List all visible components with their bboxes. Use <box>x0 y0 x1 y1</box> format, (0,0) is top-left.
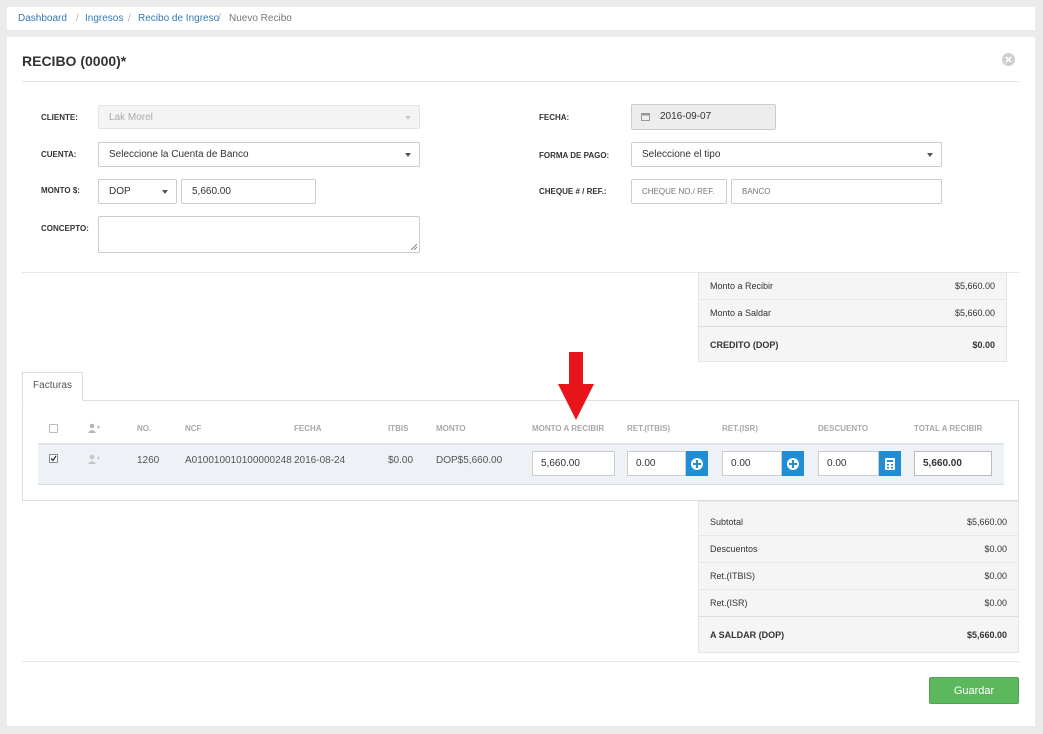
select-all-checkbox[interactable] <box>49 424 58 433</box>
save-button[interactable]: Guardar <box>929 677 1019 704</box>
credito-label: CREDITO (DOP) <box>710 340 779 350</box>
add-ret-itbis-button[interactable] <box>686 451 708 476</box>
total-recibir-input[interactable]: 5,660.00 <box>914 451 992 476</box>
a-saldar-value: $5,660.00 <box>966 630 1007 640</box>
col-ret-isr: RET.(ISR) <box>722 424 758 433</box>
divider <box>698 589 1019 590</box>
breadcrumb: Dashboard / Ingresos / Recibo de Ingreso… <box>7 7 1035 30</box>
fecha-value: 2016-09-07 <box>660 111 712 122</box>
user-plus-icon[interactable] <box>88 454 100 464</box>
page-title: RECIBO (0000)* <box>22 53 127 69</box>
concepto-label: CONCEPTO: <box>41 224 89 233</box>
ret-isr-value: $0.00 <box>984 598 1007 608</box>
plus-icon <box>787 458 799 470</box>
monto-saldar-value: $5,660.00 <box>954 308 995 318</box>
col-total-recibir: TOTAL A RECIBIR <box>914 424 983 433</box>
col-monto-recibir: MONTO A RECIBIR <box>532 424 605 433</box>
cell-no: 1260 <box>137 455 160 466</box>
a-saldar-label: A SALDAR (DOP) <box>710 630 785 640</box>
breadcrumb-separator: / <box>128 13 131 24</box>
divider <box>698 535 1019 536</box>
currency-value: DOP <box>109 186 131 197</box>
col-fecha: FECHA <box>294 424 322 433</box>
forma-pago-label: FORMA DE PAGO: <box>539 151 610 160</box>
arrow-down-icon <box>558 352 594 420</box>
ret-itbis-label: Ret.(ITBIS) <box>710 571 756 581</box>
concepto-textarea[interactable] <box>98 216 420 253</box>
check-icon <box>50 455 57 462</box>
cell-itbis: $0.00 <box>388 455 414 466</box>
descuentos-value: $0.00 <box>984 544 1007 554</box>
cheque-label: CHEQUE # / REF.: <box>539 187 607 196</box>
ret-isr-label: Ret.(ISR) <box>710 598 748 608</box>
breadcrumb-separator: / <box>218 13 221 24</box>
calculator-icon <box>885 458 895 470</box>
col-itbis: ITBIS <box>388 424 409 433</box>
col-ncf: NCF <box>185 424 202 433</box>
col-descuento: DESCUENTO <box>818 424 869 433</box>
tab-facturas[interactable]: Facturas <box>22 372 83 401</box>
cell-fecha: 2016-08-24 <box>294 455 346 466</box>
subtotal-value: $5,660.00 <box>966 517 1007 527</box>
add-ret-isr-button[interactable] <box>782 451 804 476</box>
monto-label: MONTO $: <box>41 186 80 195</box>
ret-itbis-input[interactable]: 0.00 <box>627 451 686 476</box>
forma-pago-select[interactable]: Seleccione el tipo <box>631 142 942 167</box>
cheque-input[interactable] <box>631 179 727 204</box>
resize-handle-icon[interactable] <box>410 243 417 250</box>
cell-ncf: A010010010100000248 <box>185 455 292 466</box>
divider <box>698 616 1019 617</box>
col-no: NO. <box>137 424 152 433</box>
breadcrumb-separator: / <box>76 13 79 24</box>
calendar-icon <box>641 113 650 121</box>
cell-monto: DOP$5,660.00 <box>436 455 503 466</box>
col-monto: MONTO <box>436 424 466 433</box>
breadcrumb-nuevo-recibo: Nuevo Recibo <box>229 13 292 24</box>
chevron-down-icon <box>927 153 933 157</box>
divider <box>698 562 1019 563</box>
ret-isr-input[interactable]: 0.00 <box>722 451 782 476</box>
monto-recibir-label: Monto a Recibir <box>710 281 774 291</box>
descuento-input[interactable]: 0.00 <box>818 451 879 476</box>
descuento-calculator-button[interactable] <box>879 451 901 476</box>
fecha-input[interactable]: 2016-09-07 <box>631 104 776 130</box>
breadcrumb-ingresos[interactable]: Ingresos <box>85 13 123 24</box>
breadcrumb-dashboard[interactable]: Dashboard <box>18 13 67 24</box>
cliente-value: Lak Morel <box>109 112 153 123</box>
divider <box>22 81 1019 82</box>
forma-pago-value: Seleccione el tipo <box>642 149 721 160</box>
chevron-down-icon <box>405 116 411 120</box>
cuenta-select[interactable]: Seleccione la Cuenta de Banco <box>98 142 420 167</box>
cuenta-value: Seleccione la Cuenta de Banco <box>109 149 249 160</box>
credito-value: $0.00 <box>972 340 995 350</box>
cliente-label: CLIENTE: <box>41 113 78 122</box>
monto-recibir-value: $5,660.00 <box>954 281 995 291</box>
subtotal-label: Subtotal <box>710 517 744 527</box>
monto-input[interactable]: 5,660.00 <box>181 179 316 204</box>
plus-icon <box>691 458 703 470</box>
monto-saldar-label: Monto a Saldar <box>710 308 772 318</box>
descuentos-label: Descuentos <box>710 544 758 554</box>
ret-itbis-value: $0.00 <box>984 571 1007 581</box>
divider <box>22 661 1019 662</box>
close-icon[interactable] <box>1002 53 1015 66</box>
breadcrumb-recibo-de-ingreso[interactable]: Recibo de Ingreso <box>138 13 219 24</box>
divider <box>698 299 1007 300</box>
fecha-label: FECHA: <box>539 113 570 122</box>
divider <box>698 326 1007 327</box>
monto-recibir-input[interactable]: 5,660.00 <box>532 451 615 476</box>
cliente-select[interactable]: Lak Morel <box>98 105 420 129</box>
chevron-down-icon <box>405 153 411 157</box>
currency-select[interactable]: DOP <box>98 179 177 204</box>
col-ret-itbis: RET.(ITBIS) <box>627 424 671 433</box>
chevron-down-icon <box>162 190 168 194</box>
banco-input[interactable] <box>731 179 942 204</box>
cuenta-label: CUENTA: <box>41 150 77 159</box>
row-checkbox[interactable] <box>49 454 58 463</box>
user-plus-icon <box>88 423 100 433</box>
